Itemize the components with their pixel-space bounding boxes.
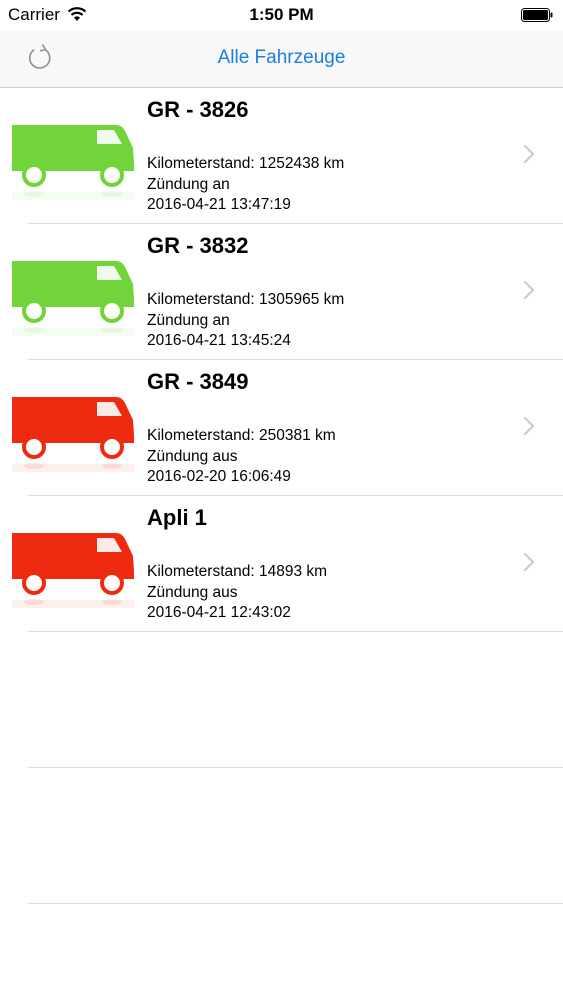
vehicle-row[interactable]: GR - 3826 Kilometerstand: 1252438 km Zün…: [12, 88, 563, 224]
vehicle-details: Kilometerstand: 14893 km Zündung aus 201…: [147, 562, 327, 624]
ignition-status: Zündung aus: [147, 447, 238, 465]
ignition-status: Zündung aus: [147, 583, 238, 601]
vehicle-details: Kilometerstand: 1252438 km Zündung an 20…: [147, 154, 344, 216]
odometer-label: Kilometerstand: 1252438 km: [147, 155, 345, 172]
chevron-right-icon: [524, 553, 534, 571]
battery-icon: [521, 8, 553, 22]
odometer-label: Kilometerstand: 1305965 km: [147, 291, 345, 308]
timestamp: 2016-04-21 13:47:19: [147, 196, 291, 213]
vehicle-name: GR - 3832: [147, 233, 249, 258]
vehicle-name: Apli 1: [147, 505, 207, 530]
vehicle-name: GR - 3849: [147, 369, 249, 394]
empty-row: [28, 632, 563, 768]
truck-icon: [12, 533, 134, 608]
vehicle-details: Kilometerstand: 250381 km Zündung aus 20…: [147, 426, 336, 488]
vehicle-row[interactable]: GR - 3832 Kilometerstand: 1305965 km Zün…: [12, 224, 563, 360]
vehicle-row[interactable]: GR - 3849 Kilometerstand: 250381 km Zünd…: [12, 360, 563, 496]
status-bar: Carrier 1:50 PM: [0, 0, 563, 30]
vehicle-name: GR - 3826: [147, 97, 249, 122]
clock: 1:50 PM: [249, 5, 314, 24]
truck-icon: [12, 125, 134, 200]
vehicle-list: GR - 3826 Kilometerstand: 1252438 km Zün…: [0, 88, 563, 904]
timestamp: 2016-04-21 12:43:02: [147, 604, 291, 621]
empty-row: [28, 768, 563, 904]
navigation-bar: Alle Fahrzeuge: [0, 30, 563, 88]
timestamp: 2016-02-20 16:06:49: [147, 468, 291, 485]
ignition-status: Zündung an: [147, 311, 230, 329]
odometer-label: Kilometerstand: 14893 km: [147, 563, 328, 580]
truck-icon: [12, 261, 134, 336]
vehicle-details: Kilometerstand: 1305965 km Zündung an 20…: [147, 290, 344, 352]
vehicle-row[interactable]: Apli 1 Kilometerstand: 14893 km Zündung …: [12, 496, 563, 632]
ignition-status: Zündung an: [147, 175, 230, 193]
odometer-label: Kilometerstand: 250381 km: [147, 427, 336, 444]
chevron-right-icon: [524, 417, 534, 435]
timestamp: 2016-04-21 13:45:24: [147, 332, 291, 349]
page-title: Alle Fahrzeuge: [217, 47, 346, 68]
chevron-right-icon: [524, 281, 534, 299]
chevron-right-icon: [524, 145, 534, 163]
truck-icon: [12, 397, 134, 472]
